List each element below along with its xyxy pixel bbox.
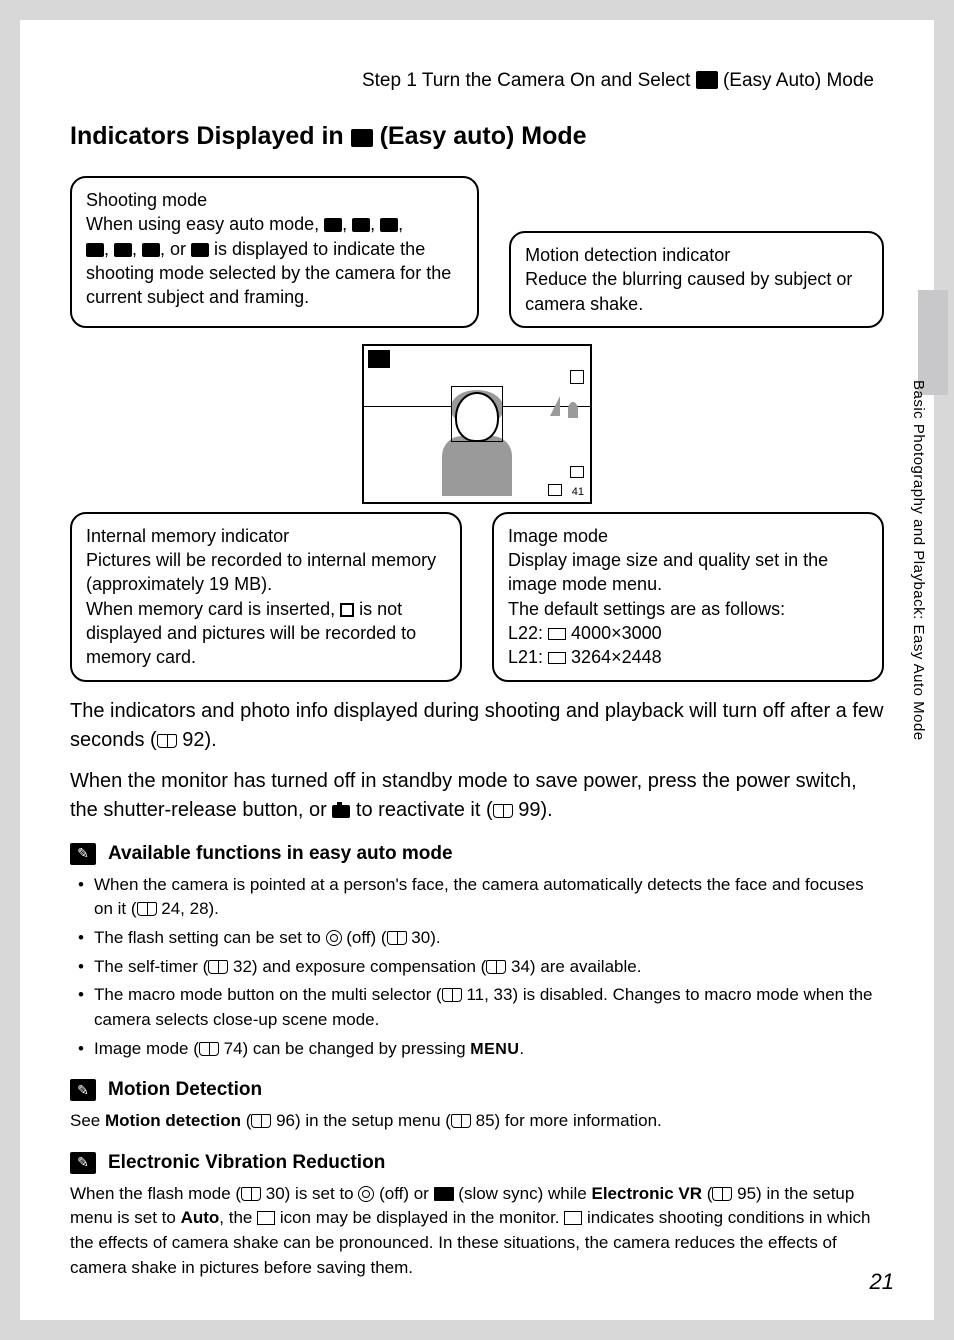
note-info-icon: ✎: [70, 1152, 96, 1174]
callout-shooting-mode: Shooting mode When using easy auto mode,…: [70, 176, 479, 328]
title-post: (Easy auto) Mode: [373, 122, 587, 150]
mode-icon: [86, 243, 104, 257]
vf-mode-indicator: [368, 350, 390, 368]
viewfinder-illustration: 41: [362, 344, 592, 504]
callout-motion-detection: Motion detection indicator Reduce the bl…: [509, 231, 884, 328]
mode-icon: [352, 218, 370, 232]
menu-button-label: MENU: [470, 1041, 519, 1058]
page-ref-icon: [387, 931, 407, 945]
page-ref-icon: [251, 1114, 271, 1128]
page-ref-icon: [199, 1042, 219, 1056]
list-item: When the camera is pointed at a person's…: [78, 873, 884, 922]
page-ref-icon: [486, 960, 506, 974]
page-title: Indicators Displayed in (Easy auto) Mode: [70, 122, 884, 151]
title-pre: Indicators Displayed in: [70, 122, 351, 150]
list-item: The macro mode button on the multi selec…: [78, 983, 884, 1032]
list-item: The self-timer ( 32) and exposure compen…: [78, 955, 884, 980]
easy-auto-icon: [696, 71, 718, 89]
evr-text: When the flash mode ( 30) is set to (off…: [70, 1182, 884, 1281]
page-ref-icon: [137, 902, 157, 916]
vr-icon: [564, 1211, 582, 1225]
page-number: 21: [870, 1269, 894, 1295]
callout-internal-memory: Internal memory indicator Pictures will …: [70, 512, 462, 682]
callout-title: Motion detection indicator: [525, 245, 730, 265]
page-ref-icon: [157, 734, 177, 748]
page-ref-icon: [442, 988, 462, 1002]
image-quality-icon: [548, 652, 566, 664]
page-ref-icon: [208, 960, 228, 974]
motion-detection-text: See Motion detection ( 96) in the setup …: [70, 1109, 884, 1134]
note-info-icon: ✎: [70, 1079, 96, 1101]
callout-title: Internal memory indicator: [86, 526, 289, 546]
page-ref-icon: [712, 1187, 732, 1201]
list-item: Image mode ( 74) can be changed by press…: [78, 1037, 884, 1062]
callout-title: Shooting mode: [86, 190, 207, 210]
vf-memory-indicator: [548, 484, 562, 496]
image-quality-icon: [548, 628, 566, 640]
face-detect-frame: [451, 386, 503, 442]
vf-frame-count: 41: [572, 486, 584, 498]
section-electronic-vr: ✎ Electronic Vibration Reduction: [70, 1152, 884, 1174]
flash-off-icon: [358, 1186, 374, 1202]
callout-title: Image mode: [508, 526, 608, 546]
available-functions-list: When the camera is pointed at a person's…: [70, 873, 884, 1061]
page-ref-icon: [493, 804, 513, 818]
flash-off-icon: [326, 930, 342, 946]
callout-diagram: Shooting mode When using easy auto mode,…: [70, 176, 884, 682]
paragraph-indicators-timeout: The indicators and photo info displayed …: [70, 697, 884, 755]
section-motion-detection: ✎ Motion Detection: [70, 1079, 884, 1101]
vf-motion-indicator: [570, 370, 584, 384]
vr-icon: [257, 1211, 275, 1225]
section-side-label: Basic Photography and Playback: Easy Aut…: [910, 380, 927, 741]
internal-memory-icon: [340, 603, 354, 617]
slow-sync-icon: [434, 1187, 454, 1201]
running-head: Step 1 Turn the Camera On and Select (Ea…: [70, 70, 884, 92]
vf-image-mode-indicator: [570, 466, 584, 478]
mode-icon: [380, 218, 398, 232]
mode-icon: [142, 243, 160, 257]
mode-icon: [114, 243, 132, 257]
running-head-post: (Easy Auto) Mode: [718, 70, 874, 91]
callout-image-mode: Image mode Display image size and qualit…: [492, 512, 884, 682]
list-item: The flash setting can be set to (off) ( …: [78, 926, 884, 951]
paragraph-standby: When the monitor has turned off in stand…: [70, 767, 884, 825]
easy-auto-icon: [351, 129, 373, 147]
note-pencil-icon: ✎: [70, 843, 96, 865]
page-ref-icon: [451, 1114, 471, 1128]
section-available-functions: ✎ Available functions in easy auto mode: [70, 843, 884, 865]
mode-icon: [324, 218, 342, 232]
manual-page: Basic Photography and Playback: Easy Aut…: [20, 20, 934, 1320]
camera-button-icon: [332, 805, 350, 818]
page-ref-icon: [241, 1187, 261, 1201]
running-head-pre: Step 1 Turn the Camera On and Select: [362, 70, 696, 91]
mode-icon: [191, 243, 209, 257]
